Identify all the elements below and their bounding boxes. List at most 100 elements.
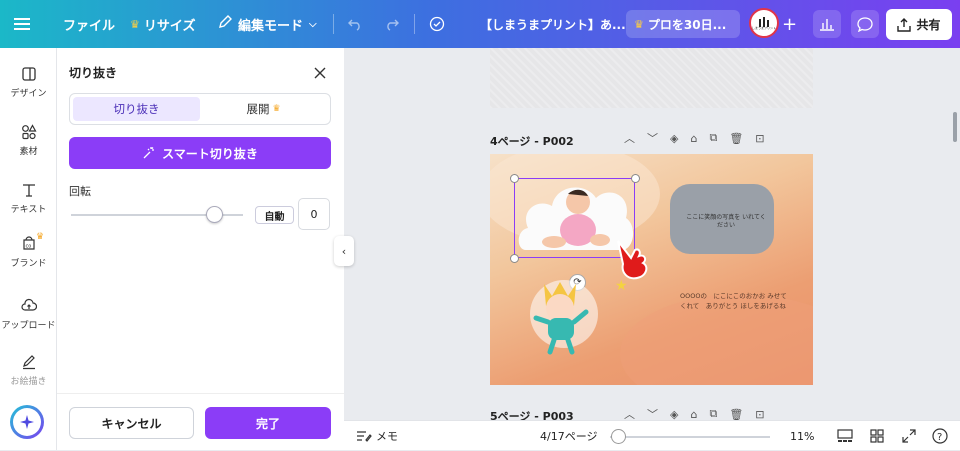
tab-expand[interactable]: 展開 ♛ <box>200 97 327 121</box>
lock-icon[interactable]: ⌂ <box>690 408 697 421</box>
zoom-slider-thumb[interactable] <box>611 429 627 444</box>
rotation-slider-thumb[interactable] <box>206 206 223 223</box>
zoom-text: 11% <box>790 429 815 443</box>
cloud-sync-icon[interactable] <box>428 0 446 48</box>
add-page-icon[interactable]: ⊡ <box>755 132 764 145</box>
share-button[interactable]: 共有 <box>886 9 952 40</box>
undo-icon[interactable] <box>347 0 363 48</box>
redo-icon[interactable] <box>384 0 400 48</box>
sidebar-item-draw[interactable]: お絵描き <box>0 354 57 387</box>
text-icon <box>22 184 35 197</box>
sidebar-item-label: テキスト <box>10 205 47 215</box>
trash-icon[interactable]: 🗑 <box>729 132 743 145</box>
pro-trial-button[interactable]: ♛ プロを30日... <box>626 10 740 38</box>
zoom-slider-track[interactable] <box>610 436 770 438</box>
menu-icon[interactable] <box>14 0 30 48</box>
sidebar-item-elements[interactable]: 素材 <box>0 124 57 157</box>
sidebar-item-brand[interactable]: ♛ co ブランド <box>0 232 57 269</box>
page-indicator-text: 4/17ページ <box>540 430 598 443</box>
analytics-icon[interactable] <box>813 10 841 38</box>
notes-button[interactable]: メモ <box>356 421 398 451</box>
add-page-icon[interactable]: ⊡ <box>755 408 764 421</box>
rotation-label: 回転 <box>69 185 91 198</box>
comment-icon[interactable] <box>851 10 879 38</box>
page-indicator[interactable]: 4/17ページ <box>540 421 597 451</box>
previous-page[interactable] <box>490 48 813 108</box>
cancel-label: キャンセル <box>101 416 162 431</box>
done-button[interactable]: 完了 <box>205 407 331 439</box>
page-5-tools: ︿ ﹀ ◈ ⌂ ⧉ 🗑 ⊡ <box>624 406 765 420</box>
chevron-up-icon[interactable]: ︿ <box>624 406 635 420</box>
bottom-bar: メモ 4/17ページ 11% ? <box>344 420 960 450</box>
edit-mode-label: 編集モード <box>238 18 304 34</box>
auto-rotate-button[interactable]: 自動 <box>255 206 294 224</box>
sidebar-item-upload[interactable]: アップロード <box>0 298 57 331</box>
star-icon: ★ <box>615 278 628 294</box>
crown-icon: ♛ <box>634 17 644 31</box>
resize-handle[interactable] <box>631 174 640 183</box>
sidebar-item-label: 素材 <box>19 147 38 157</box>
magic-assistant-button[interactable] <box>10 405 44 439</box>
cancel-button[interactable]: キャンセル <box>69 407 194 439</box>
draw-icon <box>22 355 35 370</box>
resize-handle[interactable] <box>510 254 519 263</box>
notes-label: メモ <box>376 430 398 443</box>
chevron-down-icon[interactable]: ﹀ <box>647 130 658 146</box>
upload-icon <box>897 17 912 32</box>
tab-label: 切り抜き <box>113 102 160 116</box>
sidebar-item-label: アップロード <box>1 321 56 331</box>
smart-crop-button[interactable]: スマート切り抜き <box>69 137 331 169</box>
svg-text:?: ? <box>937 432 942 443</box>
crown-icon: ♛ <box>272 104 281 114</box>
sidebar-item-label: お絵描き <box>10 377 47 387</box>
duplicate-icon[interactable]: ⧉ <box>709 131 717 145</box>
edit-mode-dropdown[interactable]: 編集モード ⌵ <box>218 0 317 48</box>
resize-handle[interactable] <box>510 174 519 183</box>
close-icon[interactable] <box>314 64 326 83</box>
chevron-down-icon[interactable]: ﹀ <box>647 406 658 420</box>
share-label: 共有 <box>916 18 941 32</box>
hide-icon[interactable]: ◈ <box>670 408 678 421</box>
notes-icon <box>357 431 372 442</box>
collapse-panel-button[interactable]: ‹ <box>334 236 354 266</box>
crop-tabs: 切り抜き 展開 ♛ <box>69 93 331 125</box>
sidebar-item-label: ブランド <box>10 259 47 269</box>
tab-crop[interactable]: 切り抜き <box>73 97 200 121</box>
document-title[interactable]: 【しまうまプリント】あ... <box>480 0 626 48</box>
zoom-value[interactable]: 11% <box>790 421 814 451</box>
resize-label: リサイズ <box>143 18 196 34</box>
page-4-label: 4ページ - P002 <box>490 135 574 148</box>
resize-button[interactable]: ♛ リサイズ <box>130 0 196 48</box>
crown-icon: ♛ <box>36 232 45 242</box>
trash-icon[interactable]: 🗑 <box>729 408 743 421</box>
file-menu[interactable]: ファイル <box>63 0 115 48</box>
sidebar-item-label: デザイン <box>10 89 47 99</box>
character-sticker <box>530 280 598 355</box>
chevron-up-icon[interactable]: ︿ <box>624 130 635 146</box>
sidebar-item-text[interactable]: テキスト <box>0 182 57 215</box>
logo-icon <box>759 16 769 27</box>
pages-view-icon[interactable] <box>837 421 853 451</box>
file-label: ファイル <box>63 18 116 34</box>
canvas-area: 4ページ - P002 ︿ ﹀ ◈ ⌂ ⧉ 🗑 ⊡ ⟳ ここに笑顔の写真を いれ… <box>344 48 960 420</box>
hide-icon[interactable]: ◈ <box>670 132 678 145</box>
avatar[interactable]: しまうまプリント <box>749 8 779 38</box>
pro-trial-label: プロを30日... <box>647 17 727 32</box>
message-text[interactable]: OOOOの にこにこのおかお みせてくれて ありがとう ほしをあげるね <box>680 291 790 312</box>
auto-label: 自動 <box>264 211 285 223</box>
crop-panel: 切り抜き 切り抜き 展開 ♛ スマート切り抜き 回転 自動 0 キャンセル 完了 <box>57 48 344 450</box>
canvas-scrollbar[interactable] <box>953 112 957 142</box>
help-icon[interactable]: ? <box>932 421 948 451</box>
page-4[interactable]: ⟳ ここに笑顔の写真を いれてください OOOOの にこにこのおかお みせてくれ… <box>490 154 813 385</box>
lock-icon[interactable]: ⌂ <box>690 132 697 145</box>
grid-view-icon[interactable] <box>870 421 884 451</box>
tab-label: 展開 <box>246 102 270 116</box>
fullscreen-icon[interactable] <box>902 421 916 451</box>
add-collaborator-icon[interactable]: + <box>782 0 797 48</box>
elements-icon <box>21 124 37 140</box>
rotation-value: 0 <box>310 207 318 221</box>
rotation-input[interactable]: 0 <box>298 198 330 230</box>
duplicate-icon[interactable]: ⧉ <box>709 407 717 420</box>
sidebar-item-design[interactable]: デザイン <box>0 66 57 99</box>
left-sidebar: デザイン 素材 テキスト ♛ co ブランド アップロード お絵描き <box>0 48 57 450</box>
